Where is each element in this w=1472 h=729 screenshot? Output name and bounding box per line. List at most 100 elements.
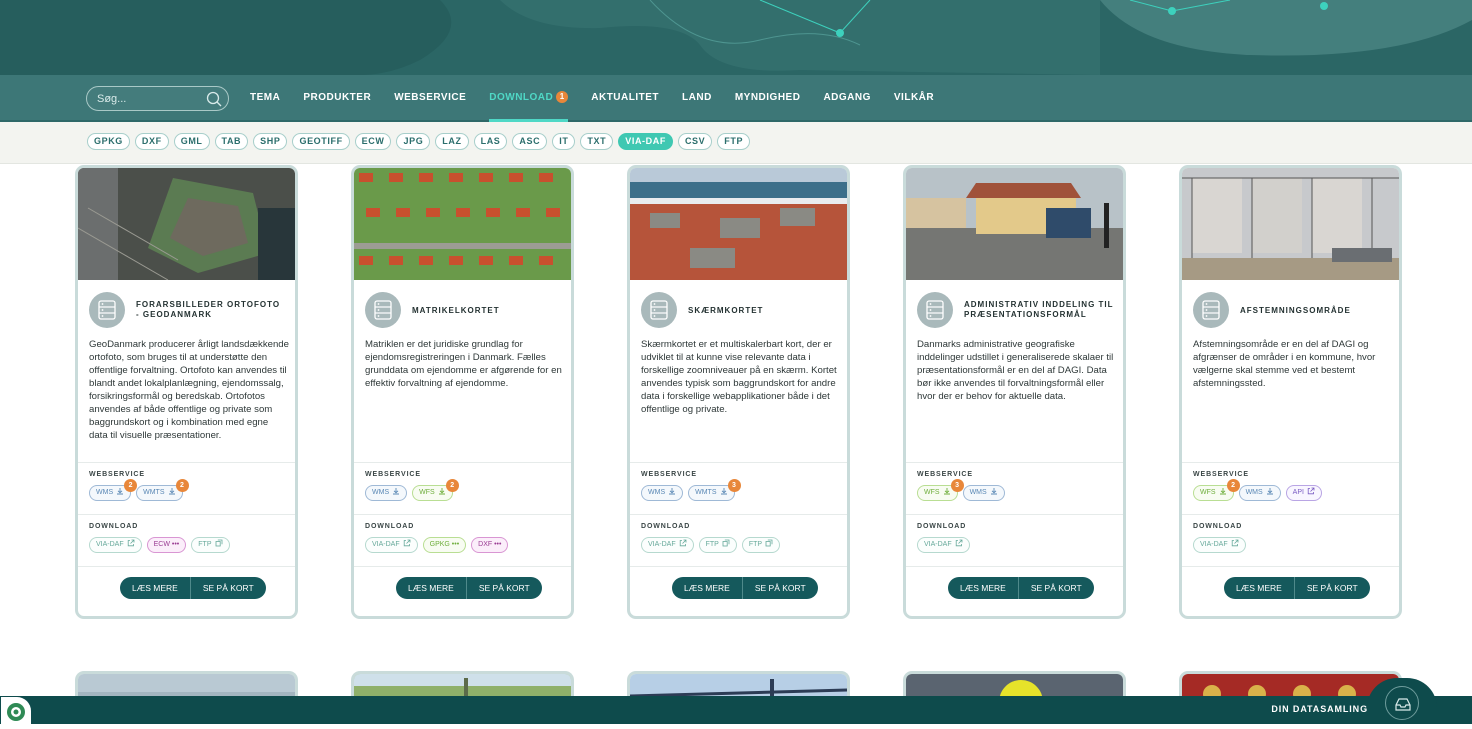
download-icon [943, 488, 950, 495]
agency-logo-icon [7, 703, 25, 721]
category-badge [1193, 292, 1229, 328]
nav-menu: TEMA PRODUKTER WEBSERVICE DOWNLOAD 1 AKTU… [250, 75, 957, 122]
format-chip-asc[interactable]: ASC [512, 133, 548, 150]
download-pill-label: GPKG ••• [429, 541, 460, 548]
webservice-label: WEBSERVICE [89, 471, 145, 478]
card-description: Skærmkortet er et multiskalerbart kort, … [641, 339, 837, 415]
read-more-button[interactable]: LÆS MERE [120, 577, 191, 599]
datasamling-button[interactable] [1385, 686, 1419, 720]
nav-item-produkter[interactable]: PRODUKTER [303, 75, 371, 120]
nav-item-adgang[interactable]: ADGANG [823, 75, 870, 120]
download-pill[interactable]: VIA-DAF [365, 537, 418, 553]
download-pill[interactable]: VIA-DAF [89, 537, 142, 553]
nav-item-tema[interactable]: TEMA [250, 75, 280, 120]
category-badge [641, 292, 677, 328]
divider [906, 462, 1123, 463]
download-pill[interactable]: FTP [698, 537, 737, 553]
download-pill[interactable]: DXF ••• [471, 537, 509, 553]
format-chip-txt[interactable]: TXT [580, 133, 614, 150]
webservice-pill-wfs[interactable]: WFS 3 [917, 479, 964, 501]
webservice-pill-wms[interactable]: WMS [962, 485, 1005, 501]
agency-logo[interactable] [1, 697, 31, 724]
external-link-icon [1231, 539, 1239, 547]
format-chip-tab[interactable]: TAB [214, 133, 249, 150]
download-pill-label: ECW ••• [153, 541, 180, 548]
nav-item-vilkar[interactable]: VILKÅR [894, 75, 934, 120]
webservice-pill-wfs[interactable]: WFS 2 [412, 479, 459, 501]
nav-item-download[interactable]: DOWNLOAD 1 [489, 75, 569, 122]
webservice-pill-label: WMTS [143, 489, 165, 496]
copy-icon [765, 539, 773, 547]
download-pill[interactable]: FTP [741, 537, 781, 553]
card-title[interactable]: FORARSBILLEDER ORTOFOTO - GEODANMARK [136, 300, 286, 320]
see-on-map-button[interactable]: SE PÅ KORT [466, 577, 542, 599]
card-title[interactable]: ADMINISTRATIV INDDELING TIL PRÆSENTATION… [964, 300, 1114, 320]
download-label: DOWNLOAD [89, 523, 139, 530]
download-list: VIA-DAF FTP FTP [641, 537, 785, 553]
download-icon [117, 488, 124, 495]
search-input[interactable] [97, 90, 207, 108]
webservice-list: WMS 2 WMTS 2 [89, 479, 189, 501]
nav-item-webservice[interactable]: WEBSERVICE [394, 75, 466, 120]
format-chip-gpkg[interactable]: GPKG [87, 133, 130, 150]
webservice-pill-wfs[interactable]: WFS 2 [1193, 479, 1240, 501]
external-link-icon [127, 539, 135, 547]
format-chip-shp[interactable]: SHP [253, 133, 288, 150]
see-on-map-button[interactable]: SE PÅ KORT [1018, 577, 1094, 599]
card-title[interactable]: MATRIKELKORTET [412, 306, 562, 316]
format-chip-geotiff[interactable]: GEOTIFF [292, 133, 350, 150]
card-image [78, 168, 295, 280]
webservice-pill-wms[interactable]: WMS [1238, 485, 1281, 501]
download-pill[interactable]: ECW ••• [146, 537, 187, 553]
datasamling-label[interactable]: DIN DATASAMLING [1271, 704, 1368, 714]
format-chip-jpg[interactable]: JPG [396, 133, 431, 150]
webservice-pill-wms[interactable]: WMS [365, 485, 408, 501]
nav-item-aktualitet[interactable]: AKTUALITET [591, 75, 659, 120]
see-on-map-button[interactable]: SE PÅ KORT [190, 577, 266, 599]
nav-item-myndighed[interactable]: MYNDIGHED [735, 75, 801, 120]
format-chip-csv[interactable]: CSV [677, 133, 713, 150]
card-title[interactable]: SKÆRMKORTET [688, 306, 838, 316]
webservice-pill-wmts[interactable]: WMTS 3 [688, 479, 741, 501]
divider [78, 462, 295, 463]
format-chip-ecw[interactable]: ECW [354, 133, 392, 150]
download-pill-label: VIA-DAF [924, 541, 952, 548]
see-on-map-button[interactable]: SE PÅ KORT [1294, 577, 1370, 599]
format-chip-via-daf[interactable]: VIA-DAF [618, 133, 673, 150]
read-more-button[interactable]: LÆS MERE [1224, 577, 1295, 599]
divider [354, 462, 571, 463]
webservice-pill-wmts[interactable]: WMTS 2 [136, 479, 189, 501]
webservice-list: WMS WMTS 3 [641, 479, 741, 501]
read-more-button[interactable]: LÆS MERE [672, 577, 743, 599]
download-pill[interactable]: FTP [191, 537, 230, 553]
format-chip-laz[interactable]: LAZ [435, 133, 469, 150]
download-list: VIA-DAF [917, 537, 975, 553]
download-pill[interactable]: GPKG ••• [422, 537, 467, 553]
download-pill[interactable]: VIA-DAF [1193, 537, 1246, 553]
read-more-button[interactable]: LÆS MERE [948, 577, 1019, 599]
download-pill[interactable]: VIA-DAF [641, 537, 694, 553]
format-chip-gml[interactable]: GML [173, 133, 210, 150]
read-more-button[interactable]: LÆS MERE [396, 577, 467, 599]
format-chip-dxf[interactable]: DXF [134, 133, 169, 150]
download-pill-label: VIA-DAF [648, 541, 676, 548]
search-icon[interactable] [206, 91, 222, 107]
nav-item-land[interactable]: LAND [682, 75, 712, 120]
webservice-pill-label: WMS [648, 489, 666, 496]
download-pill-label: DXF ••• [478, 541, 502, 548]
format-chip-it[interactable]: IT [552, 133, 576, 150]
see-on-map-button[interactable]: SE PÅ KORT [742, 577, 818, 599]
data-stack-icon [98, 300, 116, 320]
webservice-label: WEBSERVICE [641, 471, 697, 478]
divider [1182, 566, 1399, 567]
copy-icon [722, 539, 730, 547]
card-title[interactable]: AFSTEMNINGSOMRÅDE [1240, 306, 1390, 316]
webservice-pill-wms[interactable]: WMS [641, 485, 684, 501]
webservice-pill-label: WFS [1200, 489, 1216, 496]
download-pill[interactable]: VIA-DAF [917, 537, 970, 553]
format-chip-las[interactable]: LAS [473, 133, 508, 150]
format-chip-ftp[interactable]: FTP [717, 133, 751, 150]
webservice-pill-wms[interactable]: WMS 2 [89, 479, 138, 501]
download-pill-label: FTP [198, 541, 212, 548]
webservice-pill-api[interactable]: API [1285, 485, 1322, 501]
